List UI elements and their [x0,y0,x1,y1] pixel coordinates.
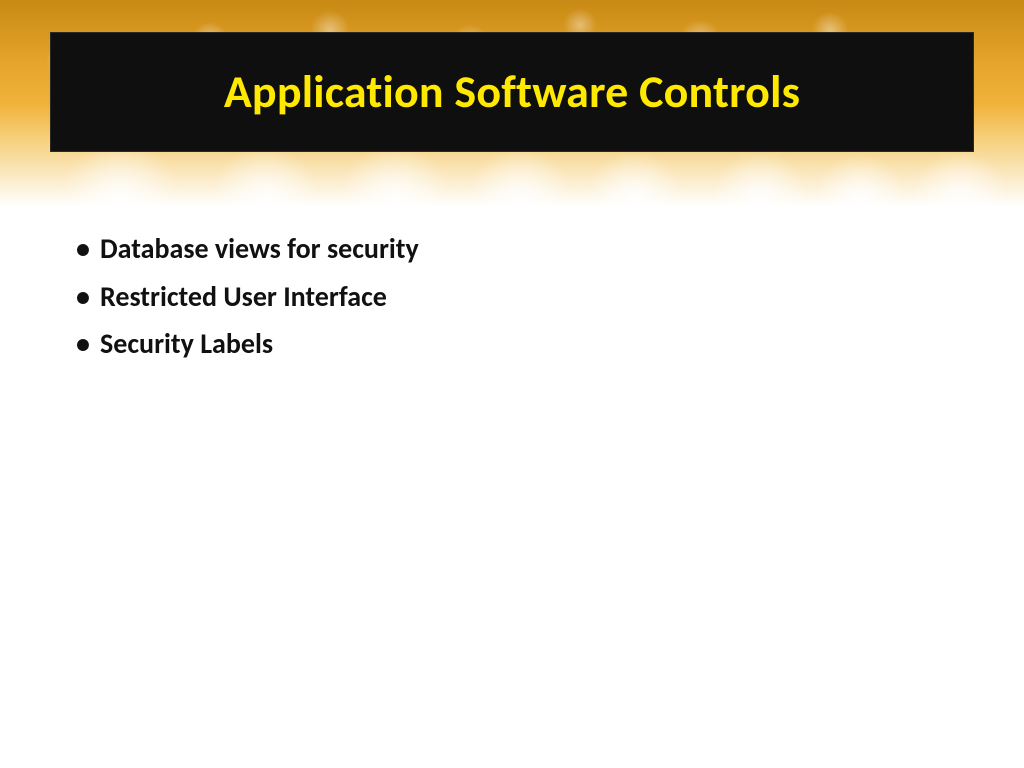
slide: Application Software Controls Database v… [0,0,1024,768]
bullet-list: Database views for security Restricted U… [70,225,954,368]
list-item: Security Labels [70,320,954,368]
slide-title: Application Software Controls [224,64,800,120]
title-bar: Application Software Controls [50,32,974,152]
content-area: Database views for security Restricted U… [70,225,954,368]
list-item: Database views for security [70,225,954,273]
list-item: Restricted User Interface [70,273,954,321]
